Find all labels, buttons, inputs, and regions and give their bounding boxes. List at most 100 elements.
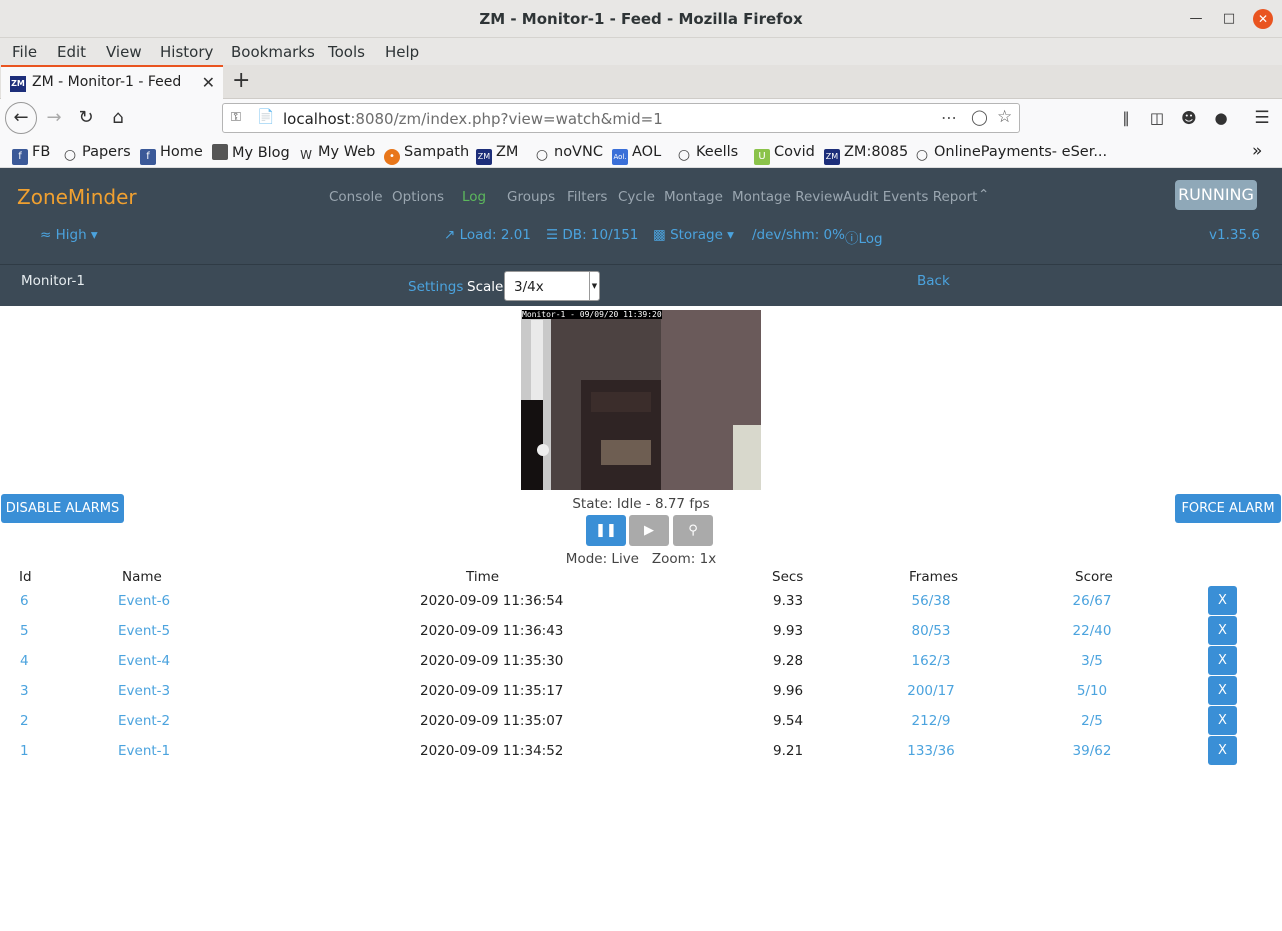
more-bookmarks-icon[interactable]: » bbox=[1252, 141, 1262, 161]
delete-event-button[interactable]: X bbox=[1208, 736, 1237, 765]
bookmark-star-icon[interactable]: ☆ bbox=[997, 107, 1012, 127]
bookmark-papers[interactable]: ○ Papers bbox=[62, 144, 131, 163]
delete-event-button[interactable]: X bbox=[1208, 676, 1237, 705]
event-name-link[interactable]: Event-6 bbox=[118, 593, 170, 609]
event-name-link[interactable]: Event-3 bbox=[118, 683, 170, 699]
library-icon[interactable]: ∥ bbox=[1112, 104, 1140, 132]
page-actions-icon[interactable]: ⋯ bbox=[941, 108, 957, 127]
event-id-link[interactable]: 5 bbox=[20, 623, 29, 639]
disable-alarms-button[interactable]: DISABLE ALARMS bbox=[1, 494, 124, 523]
bookmark-onlinepayments[interactable]: ○ OnlinePayments- eSer... bbox=[914, 144, 1107, 163]
nav-log[interactable]: Log bbox=[462, 189, 486, 205]
settings-link[interactable]: Settings bbox=[408, 279, 463, 295]
bookmark-sampath[interactable]: • Sampath bbox=[384, 144, 469, 165]
home-icon[interactable]: ⌂ bbox=[104, 104, 132, 132]
event-frames-link[interactable]: 133/36 bbox=[891, 743, 971, 759]
event-name-link[interactable]: Event-2 bbox=[118, 713, 170, 729]
event-name-link[interactable]: Event-1 bbox=[118, 743, 170, 759]
nav-groups[interactable]: Groups bbox=[507, 189, 555, 205]
pause-button[interactable]: ❚❚ bbox=[586, 515, 626, 546]
back-icon[interactable]: ← bbox=[5, 102, 37, 134]
event-id-link[interactable]: 1 bbox=[20, 743, 29, 759]
extension-icon[interactable]: ● bbox=[1207, 104, 1235, 132]
collapse-chevron-icon[interactable]: ⌃ bbox=[978, 187, 989, 203]
menu-history[interactable]: History bbox=[160, 43, 213, 61]
url-text[interactable]: localhost:8080/zm/index.php?view=watch&m… bbox=[283, 110, 663, 128]
menu-tools[interactable]: Tools bbox=[328, 43, 365, 61]
event-score-link[interactable]: 5/10 bbox=[1052, 683, 1132, 699]
delete-event-button[interactable]: X bbox=[1208, 616, 1237, 645]
event-score-link[interactable]: 3/5 bbox=[1052, 653, 1132, 669]
menu-help[interactable]: Help bbox=[385, 43, 419, 61]
play-button[interactable]: ▶ bbox=[629, 515, 669, 546]
nav-montage-review[interactable]: Montage Review bbox=[732, 189, 843, 205]
reload-icon[interactable]: ↻ bbox=[72, 104, 100, 132]
close-window-icon[interactable]: ✕ bbox=[1253, 9, 1273, 29]
tab-active[interactable]: ZM ZM - Monitor-1 - Feed ✕ bbox=[1, 65, 223, 99]
event-frames-link[interactable]: 212/9 bbox=[891, 713, 971, 729]
pocket-icon[interactable]: ◯ bbox=[971, 108, 988, 126]
version-label[interactable]: v1.35.6 bbox=[1209, 227, 1260, 243]
event-score-link[interactable]: 2/5 bbox=[1052, 713, 1132, 729]
bookmark-novnc[interactable]: ○ noVNC bbox=[534, 144, 603, 163]
bookmark-my-blog[interactable]: My Blog bbox=[212, 144, 290, 161]
page-info-icon[interactable]: 📄 bbox=[257, 109, 274, 125]
delete-event-button[interactable]: X bbox=[1208, 586, 1237, 615]
bookmark-zm[interactable]: ZM ZM bbox=[476, 144, 518, 165]
scale-select[interactable]: 3/4x ▼ bbox=[504, 271, 600, 301]
delete-event-button[interactable]: X bbox=[1208, 646, 1237, 675]
menu-view[interactable]: View bbox=[106, 43, 142, 61]
event-frames-link[interactable]: 56/38 bbox=[891, 593, 971, 609]
nav-filters[interactable]: Filters bbox=[567, 189, 607, 205]
run-state-button[interactable]: RUNNING bbox=[1175, 180, 1257, 210]
event-id-link[interactable]: 2 bbox=[20, 713, 29, 729]
nav-console[interactable]: Console bbox=[329, 189, 383, 205]
maximize-icon[interactable]: □ bbox=[1219, 9, 1239, 29]
menu-edit[interactable]: Edit bbox=[57, 43, 86, 61]
back-link[interactable]: Back bbox=[917, 273, 950, 289]
zm-brand[interactable]: ZoneMinder bbox=[17, 185, 137, 209]
event-id-link[interactable]: 3 bbox=[20, 683, 29, 699]
sidebar-icon[interactable]: ◫ bbox=[1143, 104, 1171, 132]
nav-montage[interactable]: Montage bbox=[664, 189, 723, 205]
menu-file[interactable]: File bbox=[12, 43, 37, 61]
minimize-icon[interactable]: — bbox=[1186, 9, 1206, 29]
bookmark-home[interactable]: f Home bbox=[140, 144, 203, 165]
col-name[interactable]: Name bbox=[122, 569, 162, 585]
nav-audit-events-report[interactable]: Audit Events Report bbox=[843, 189, 977, 205]
event-name-link[interactable]: Event-5 bbox=[118, 623, 170, 639]
bookmark-zm-8085[interactable]: ZM ZM:8085 bbox=[824, 144, 908, 165]
bookmark-aol[interactable]: Aol. AOL bbox=[612, 144, 661, 165]
shield-icon[interactable]: ⚿ bbox=[231, 110, 241, 125]
account-icon[interactable]: ☻ bbox=[1175, 104, 1203, 132]
event-score-link[interactable]: 26/67 bbox=[1052, 593, 1132, 609]
live-video-feed[interactable]: Monitor-1 - 09/09/20 11:39:20 bbox=[521, 310, 761, 490]
storage-dropdown[interactable]: ▩ Storage ▾ bbox=[653, 227, 734, 243]
col-secs[interactable]: Secs bbox=[772, 569, 803, 585]
bookmark-fb[interactable]: f FB bbox=[12, 144, 50, 165]
col-score[interactable]: Score bbox=[1075, 569, 1113, 585]
delete-event-button[interactable]: X bbox=[1208, 706, 1237, 735]
nav-cycle[interactable]: Cycle bbox=[618, 189, 655, 205]
event-score-link[interactable]: 39/62 bbox=[1052, 743, 1132, 759]
bandwidth-dropdown[interactable]: ≈ High ▾ bbox=[40, 227, 98, 243]
new-tab-icon[interactable]: + bbox=[232, 68, 250, 93]
zoom-button[interactable]: ⚲ bbox=[673, 515, 713, 546]
force-alarm-button[interactable]: FORCE ALARM bbox=[1175, 494, 1281, 523]
log-status[interactable]: ⓘLog bbox=[845, 227, 883, 247]
menu-hamburger-icon[interactable]: ☰ bbox=[1248, 104, 1276, 132]
event-frames-link[interactable]: 80/53 bbox=[891, 623, 971, 639]
event-frames-link[interactable]: 200/17 bbox=[891, 683, 971, 699]
event-score-link[interactable]: 22/40 bbox=[1052, 623, 1132, 639]
event-id-link[interactable]: 6 bbox=[20, 593, 29, 609]
event-id-link[interactable]: 4 bbox=[20, 653, 29, 669]
close-tab-icon[interactable]: ✕ bbox=[202, 73, 215, 92]
event-frames-link[interactable]: 162/3 bbox=[891, 653, 971, 669]
forward-icon[interactable]: → bbox=[40, 104, 68, 132]
event-name-link[interactable]: Event-4 bbox=[118, 653, 170, 669]
menu-bookmarks[interactable]: Bookmarks bbox=[231, 43, 315, 61]
bookmark-covid[interactable]: U Covid bbox=[754, 144, 815, 165]
col-time[interactable]: Time bbox=[466, 569, 499, 585]
col-frames[interactable]: Frames bbox=[909, 569, 958, 585]
address-bar[interactable]: ⚿ 📄 localhost:8080/zm/index.php?view=wat… bbox=[222, 103, 1020, 133]
